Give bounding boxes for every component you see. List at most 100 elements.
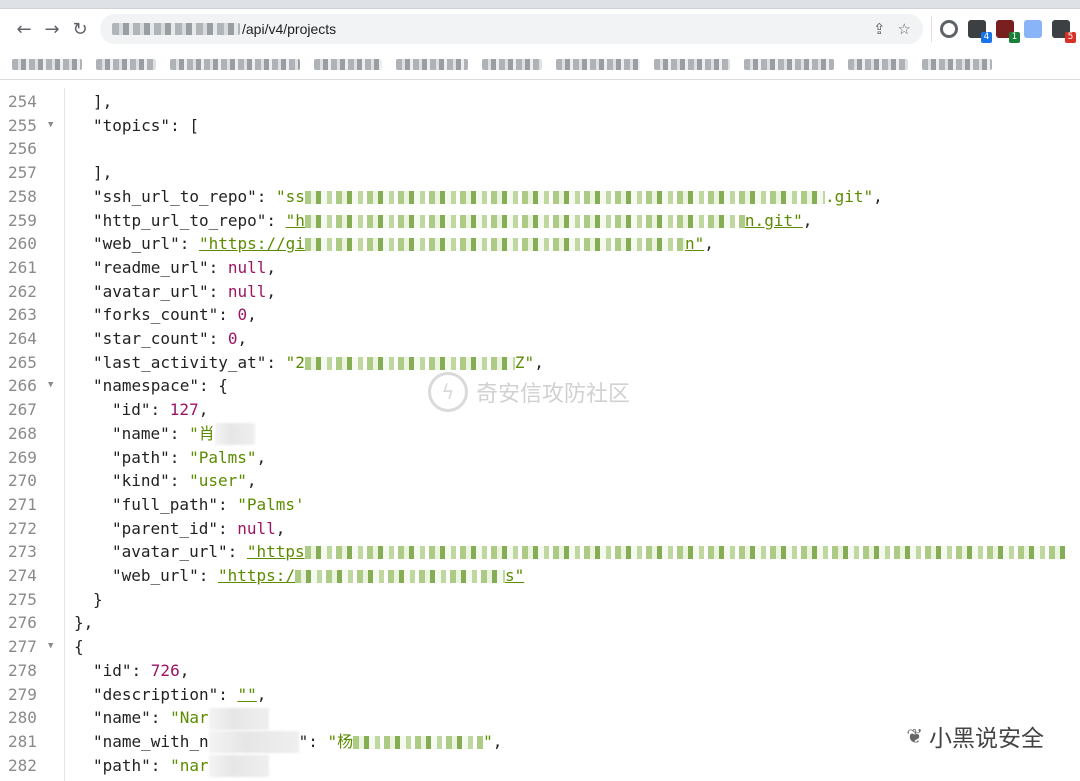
json-key: "web_url" (93, 234, 180, 254)
json-comma: , (266, 281, 277, 301)
json-code: { (74, 635, 84, 659)
bookmark-item[interactable] (654, 58, 730, 70)
json-url: "https (246, 542, 305, 562)
fold-toggle-icon[interactable]: ▼ (48, 374, 53, 398)
json-line: 277 ▼ { (0, 635, 1080, 659)
line-number: 279 (8, 684, 37, 704)
forward-icon[interactable]: → (38, 15, 66, 43)
circle-extension-icon[interactable] (940, 20, 958, 38)
line-number: 268 (8, 423, 37, 443)
bookmark-item[interactable] (314, 58, 382, 70)
wechat-icon: ❦ (906, 724, 923, 748)
back-icon[interactable]: ← (10, 15, 38, 43)
json-code: "name": "肖 (112, 422, 255, 446)
fold-toggle-icon[interactable]: ▼ (48, 635, 53, 659)
json-key: "last_activity_at" (93, 352, 267, 372)
redacted-value (208, 707, 269, 730)
json-key: "ssh_url_to_repo" (93, 186, 257, 206)
json-key: "id" (93, 660, 132, 680)
bookmark-item[interactable] (848, 58, 908, 70)
bookmark-item[interactable] (482, 58, 542, 70)
json-key: "id" (112, 400, 151, 420)
json-line: 255 ▼ "topics": [ (0, 114, 1080, 138)
json-line: 279 "description": "", (0, 683, 1080, 707)
bookmarks-bar (0, 49, 1080, 80)
bookmark-item[interactable] (744, 58, 834, 70)
json-key: "web_url" (112, 566, 199, 585)
redacted-value (214, 423, 255, 446)
json-line: 275} (0, 588, 1080, 612)
bookmark-item[interactable] (96, 58, 156, 70)
signature-text: 小黑说安全 (929, 726, 1044, 752)
json-string: "Palms" (189, 447, 257, 467)
json-line: 258 "ssh_url_to_repo": "ss .git", (0, 185, 1080, 209)
json-viewer: 254], 255 ▼ "topics": [256 257], 258 "ssh_url_… (0, 88, 1080, 781)
json-key: "namespace" (93, 376, 199, 396)
line-number: 255 (8, 115, 37, 135)
json-key: "avatar_url" (112, 542, 228, 562)
extension-badge: 5 (1065, 32, 1076, 43)
json-line: 262 "avatar_url": null, (0, 280, 1080, 304)
star-icon[interactable]: ☆ (898, 20, 911, 38)
line-number: 272 (8, 518, 37, 538)
bookmark-item[interactable] (922, 58, 992, 70)
redacted-value (208, 755, 269, 778)
extension-icon-1[interactable]: 4 (968, 20, 992, 43)
json-code: "web_url": "https://gi n", (93, 232, 714, 256)
watermark: ϟ 奇安信攻防社区 (428, 372, 630, 412)
extension-icon-2[interactable]: 1 (996, 20, 1020, 43)
json-code: "avatar_url": "https (112, 540, 1065, 564)
json-key: "avatar_url" (93, 281, 209, 301)
json-punctuation: } (93, 589, 103, 609)
json-code: "description": "", (93, 683, 266, 707)
json-url: "h (285, 210, 305, 230)
reload-icon[interactable]: ↻ (66, 15, 94, 43)
json-colon: : (217, 494, 238, 514)
json-key: "kind" (112, 471, 170, 491)
json-code: "full_path": "Palms' (112, 493, 305, 517)
hourglass-extension-icon[interactable] (1024, 20, 1042, 38)
json-string: "肖 (189, 423, 215, 443)
bookmark-item[interactable] (170, 58, 300, 70)
bookmark-item[interactable] (396, 58, 468, 70)
line-number: 267 (8, 400, 37, 420)
json-code: "http_url_to_repo": "h n.git", (93, 209, 812, 233)
json-line: 260 "web_url": "https://gi n", (0, 232, 1080, 256)
json-comma: , (492, 731, 503, 751)
json-colon: : (150, 400, 170, 420)
json-code: "last_activity_at": "2 Z", (93, 351, 544, 375)
json-string: "ss (276, 186, 305, 206)
json-number: 0 (237, 305, 248, 325)
extension-icon-p[interactable]: 5 (1052, 20, 1076, 43)
browser-toolbar: ← → ↻ /api/v4/projects ⇪ ☆ 4 1 5 (0, 9, 1080, 49)
share-icon[interactable]: ⇪ (873, 20, 886, 38)
json-colon: : (150, 755, 171, 775)
json-key: "readme_url" (93, 257, 209, 277)
json-line: 261 "readme_url": null, (0, 256, 1080, 280)
extension-badge: 4 (981, 32, 992, 43)
fold-toggle-icon[interactable]: ▼ (48, 114, 53, 138)
json-key: "name" (112, 423, 170, 443)
json-line: 269 "path": "Palms", (0, 446, 1080, 470)
json-comma: , (275, 518, 286, 538)
json-colon: : (169, 423, 190, 443)
json-colon: : (169, 447, 190, 467)
json-line: 265 "last_activity_at": "2 Z", (0, 351, 1080, 375)
json-colon: : (208, 281, 228, 301)
json-string: "杨 (327, 731, 354, 751)
bookmark-item[interactable] (12, 58, 82, 70)
json-colon: : (169, 471, 190, 491)
bookmark-item[interactable] (556, 58, 640, 70)
json-string: "Nar (170, 708, 209, 728)
line-number: 277 (8, 637, 37, 657)
json-code: "path": "Palms", (112, 446, 266, 470)
json-colon: : (208, 257, 228, 277)
json-string: "Palms (237, 494, 296, 514)
json-punctuation: }, (74, 613, 94, 633)
json-comma: , (256, 684, 267, 704)
line-number: 256 (8, 139, 37, 159)
json-line: 278 "id": 726, (0, 659, 1080, 683)
address-bar[interactable]: /api/v4/projects ⇪ ☆ (100, 14, 923, 44)
json-string: "2 (285, 352, 305, 372)
redacted-value (304, 546, 1065, 560)
